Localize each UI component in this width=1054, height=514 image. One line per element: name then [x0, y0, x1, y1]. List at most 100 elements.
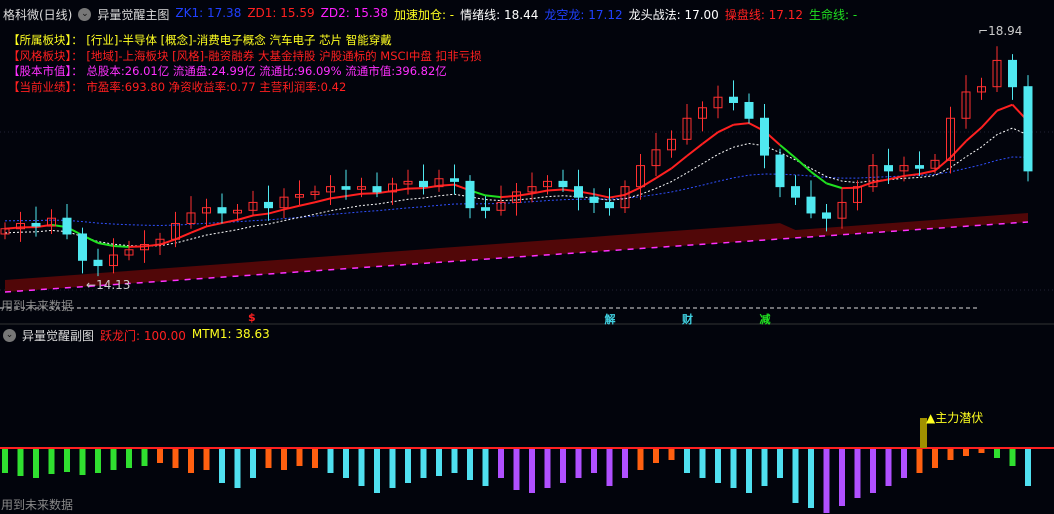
main-force-signal-text: 主力潜伏 [935, 411, 984, 425]
histogram-bar [932, 448, 938, 468]
candle-body [481, 207, 490, 211]
candle-body [806, 196, 816, 214]
histogram-bar [64, 448, 70, 472]
histogram-bar [451, 448, 458, 473]
event-marker[interactable]: 财 [682, 311, 693, 327]
event-marker[interactable]: $ [248, 311, 256, 324]
ma-segment [392, 187, 409, 192]
candle-body [884, 165, 893, 172]
ma-segment [299, 201, 316, 207]
ma-segment [826, 182, 843, 190]
candle-body [558, 180, 568, 188]
ma-segment [872, 178, 889, 184]
histogram-bar [1009, 448, 1016, 466]
histogram-bar [157, 448, 163, 463]
indicator-value: ZD1: 15.59 [247, 5, 315, 20]
candle-body [760, 117, 769, 156]
event-marker[interactable]: 减 [760, 311, 771, 327]
histogram-bar [467, 448, 473, 480]
ma-segment [97, 241, 114, 247]
histogram-bar [870, 448, 876, 493]
histogram-bar [234, 448, 241, 488]
histogram-bar [606, 448, 613, 486]
histogram-bar [823, 448, 830, 513]
histogram-bar [312, 448, 318, 468]
candle-body [1023, 86, 1033, 172]
indicator-value: 加速加仓: - [393, 7, 455, 22]
histogram-bar [699, 448, 706, 478]
histogram-bar [482, 448, 489, 486]
histogram-bar [389, 448, 396, 488]
histogram-bar [420, 448, 427, 478]
histogram-bar [916, 448, 923, 473]
ma-segment [190, 225, 207, 234]
indicator-value: 龙头战法: 17.00 [628, 7, 719, 22]
ma-segment [810, 170, 828, 185]
ma-segment [794, 157, 812, 173]
chevron-down-icon[interactable]: ⌄ [3, 328, 16, 342]
sub-indicator-name[interactable]: 异量觉醒副图 [22, 327, 94, 344]
candle-body [791, 186, 800, 198]
histogram-bar [33, 448, 39, 478]
ma-segment [485, 194, 502, 199]
histogram-bar [792, 448, 799, 503]
histogram-bar [746, 448, 752, 493]
info-line: 【风格板块】： [地域]-上海板块 [风格]-融资融券 大基金持股 沪股通标的 … [8, 49, 482, 65]
histogram-bar [653, 448, 659, 463]
candle-body [93, 259, 103, 267]
candle-body [822, 212, 831, 219]
histogram-bar [498, 448, 504, 478]
candle-body [372, 186, 382, 193]
info-text: 市盈率:693.80 净资收益率:0.77 主营利润率:0.42 [86, 79, 347, 94]
histogram-bar [219, 448, 225, 483]
ma-segment [268, 208, 285, 215]
ma-segment [980, 110, 998, 129]
ma-segment [113, 244, 130, 248]
histogram-bar [203, 448, 210, 470]
histogram-bar [761, 448, 768, 486]
histogram-bar [141, 448, 148, 466]
histogram-bar [17, 448, 24, 476]
low-price-value: 14.13 [96, 278, 131, 292]
candle-body [465, 180, 475, 209]
candle-body [341, 186, 351, 190]
info-line: 【当前业绩】： 市盈率:693.80 净资收益率:0.77 主营利润率:0.42 [8, 80, 482, 96]
candle-body [450, 178, 459, 182]
candle-body [62, 217, 72, 235]
info-text: 总股本:26.01亿 流通盘:24.99亿 流通比:96.09% 流通市值:39… [86, 64, 447, 78]
histogram-bar [544, 448, 551, 488]
low-price-label: ←14.13 [86, 278, 131, 292]
chevron-down-icon[interactable]: ⌄ [78, 7, 92, 21]
candle-body [729, 96, 738, 103]
ma-segment [655, 167, 673, 179]
candle-body [589, 196, 599, 203]
indicator-value: ZD2: 15.38 [320, 5, 388, 20]
histogram-bar [513, 448, 520, 490]
histogram-bar [854, 448, 861, 498]
stock-title: 格科微(日线) [3, 7, 73, 22]
candle-body [605, 201, 614, 209]
candle-body [78, 233, 87, 261]
histogram-bar [343, 448, 349, 478]
histogram-bar [637, 448, 644, 470]
info-label: 【所属板块】： [8, 33, 83, 47]
ma-segment [345, 192, 362, 198]
event-marker[interactable]: 解 [605, 311, 616, 327]
ma-segment [500, 194, 517, 199]
histogram-bar [48, 448, 55, 474]
info-line: 【股本市值】： 总股本:26.01亿 流通盘:24.99亿 流通比:96.09%… [8, 64, 482, 80]
main-indicator-name[interactable]: 异量觉醒主图 [97, 6, 169, 23]
ma-segment [159, 238, 176, 246]
histogram-bar [172, 448, 179, 468]
histogram-bar [436, 448, 442, 476]
histogram-bar [808, 448, 814, 508]
histogram-bar [188, 448, 194, 473]
histogram-bar [296, 448, 303, 466]
histogram-bar [684, 448, 690, 473]
ma-segment [919, 169, 936, 175]
histogram-bar [994, 448, 1000, 458]
ma-segment [516, 192, 533, 197]
high-price-label: ⌐18.94 [978, 24, 1023, 38]
histogram-bar [327, 448, 334, 473]
ma-segment [965, 126, 983, 142]
